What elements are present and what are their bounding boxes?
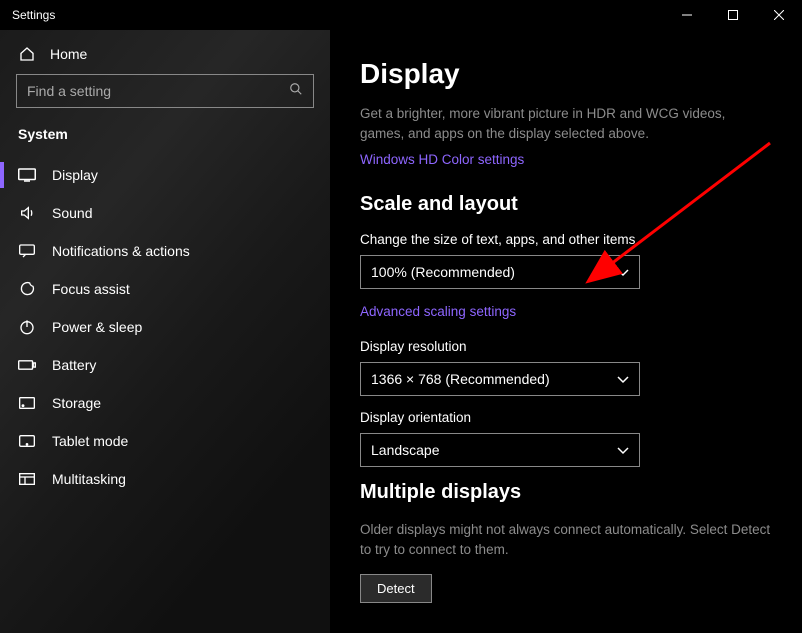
search-icon <box>289 82 303 101</box>
sidebar-item-label: Battery <box>52 357 96 373</box>
sidebar-item-battery[interactable]: Battery <box>0 346 330 384</box>
sidebar-item-label: Focus assist <box>52 281 130 297</box>
sidebar-item-label: Tablet mode <box>52 433 128 449</box>
section-label: System <box>0 120 330 156</box>
power-icon <box>18 319 36 335</box>
tablet-icon <box>18 434 36 448</box>
sidebar-item-focus-assist[interactable]: Focus assist <box>0 270 330 308</box>
sidebar-item-label: Storage <box>52 395 101 411</box>
storage-icon <box>18 396 36 410</box>
home-label: Home <box>50 46 87 62</box>
resolution-label: Display resolution <box>360 339 772 354</box>
minimize-button[interactable] <box>664 0 710 30</box>
home-button[interactable]: Home <box>0 34 330 74</box>
close-button[interactable] <box>756 0 802 30</box>
sidebar-item-tablet-mode[interactable]: Tablet mode <box>0 422 330 460</box>
search-input[interactable] <box>27 83 289 99</box>
maximize-icon <box>728 10 738 20</box>
chevron-down-icon <box>617 264 629 280</box>
home-icon <box>18 46 36 62</box>
sidebar-item-storage[interactable]: Storage <box>0 384 330 422</box>
orientation-select-value: Landscape <box>371 442 440 458</box>
scale-select-value: 100% (Recommended) <box>371 264 515 280</box>
chevron-down-icon <box>617 442 629 458</box>
scale-select[interactable]: 100% (Recommended) <box>360 255 640 289</box>
sidebar-item-label: Notifications & actions <box>52 243 190 259</box>
sidebar-item-label: Power & sleep <box>52 319 142 335</box>
sound-icon <box>18 205 36 221</box>
multitasking-icon <box>18 472 36 486</box>
focus-assist-icon <box>18 281 36 297</box>
sidebar-item-multitasking[interactable]: Multitasking <box>0 460 330 498</box>
maximize-button[interactable] <box>710 0 756 30</box>
notifications-icon <box>18 244 36 258</box>
sidebar-item-label: Multitasking <box>52 471 126 487</box>
sidebar-item-power-sleep[interactable]: Power & sleep <box>0 308 330 346</box>
page-title: Display <box>360 58 772 90</box>
search-box[interactable] <box>16 74 314 108</box>
hdr-description: Get a brighter, more vibrant picture in … <box>360 104 772 145</box>
multiple-displays-description: Older displays might not always connect … <box>360 520 772 561</box>
resolution-select-value: 1366 × 768 (Recommended) <box>371 371 550 387</box>
battery-icon <box>18 359 36 371</box>
chevron-down-icon <box>617 371 629 387</box>
orientation-label: Display orientation <box>360 410 772 425</box>
minimize-icon <box>682 10 692 20</box>
display-icon <box>18 168 36 182</box>
scale-layout-heading: Scale and layout <box>360 193 772 216</box>
scale-field-label: Change the size of text, apps, and other… <box>360 232 772 247</box>
hd-color-settings-link[interactable]: Windows HD Color settings <box>360 152 524 167</box>
close-icon <box>774 10 784 20</box>
detect-button[interactable]: Detect <box>360 574 432 603</box>
resolution-select[interactable]: 1366 × 768 (Recommended) <box>360 362 640 396</box>
advanced-scaling-link[interactable]: Advanced scaling settings <box>360 304 516 319</box>
sidebar-item-label: Display <box>52 167 98 183</box>
window-title: Settings <box>12 8 55 22</box>
orientation-select[interactable]: Landscape <box>360 433 640 467</box>
sidebar-item-notifications[interactable]: Notifications & actions <box>0 232 330 270</box>
multiple-displays-heading: Multiple displays <box>360 481 772 504</box>
sidebar-item-display[interactable]: Display <box>0 156 330 194</box>
sidebar-item-label: Sound <box>52 205 92 221</box>
sidebar-item-sound[interactable]: Sound <box>0 194 330 232</box>
